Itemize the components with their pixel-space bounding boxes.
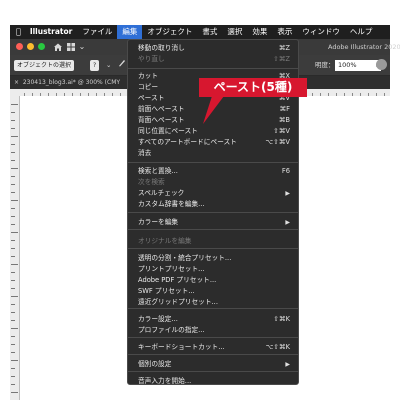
callout-pointer <box>203 96 224 124</box>
paste-callout: ペースト(5種) <box>199 78 307 97</box>
